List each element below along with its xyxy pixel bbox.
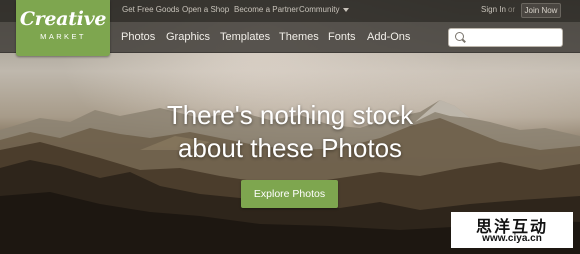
- link-open-a-shop[interactable]: Open a Shop: [182, 5, 229, 14]
- explore-photos-button[interactable]: Explore Photos: [241, 180, 338, 208]
- link-community[interactable]: Community: [299, 5, 350, 14]
- search-input[interactable]: [467, 31, 561, 45]
- nav-photos[interactable]: Photos: [121, 31, 155, 43]
- nav-add-ons[interactable]: Add-Ons: [367, 31, 410, 43]
- join-now-button[interactable]: Join Now: [521, 3, 561, 18]
- link-get-free-goods[interactable]: Get Free Goods: [122, 5, 179, 14]
- nav-graphics[interactable]: Graphics: [166, 31, 210, 43]
- chevron-down-icon: [343, 7, 350, 12]
- search-icon[interactable]: [455, 32, 464, 41]
- community-label: Community: [299, 5, 340, 14]
- nav-templates[interactable]: Templates: [220, 31, 270, 43]
- sign-in-link[interactable]: Sign In: [481, 5, 506, 14]
- logo-subtitle: MARKET: [40, 32, 86, 41]
- logo-wordmark: Creative: [19, 8, 107, 30]
- search-box[interactable]: [448, 28, 563, 47]
- watermark: 思洋互动 www.ciya.cn: [451, 212, 573, 248]
- hero-headline-line2: about these Photos: [177, 133, 403, 163]
- link-become-a-partner[interactable]: Become a Partner: [234, 5, 298, 14]
- or-separator: or: [508, 5, 516, 14]
- nav-fonts[interactable]: Fonts: [328, 31, 356, 43]
- hero-headline-line1: There's nothing stock: [166, 100, 414, 130]
- nav-themes[interactable]: Themes: [279, 31, 319, 43]
- watermark-url: www.ciya.cn: [482, 233, 542, 244]
- page: Creative MARKET Get Free Goods Open a Sh…: [0, 0, 580, 254]
- creative-market-logo[interactable]: Creative MARKET: [16, 0, 110, 56]
